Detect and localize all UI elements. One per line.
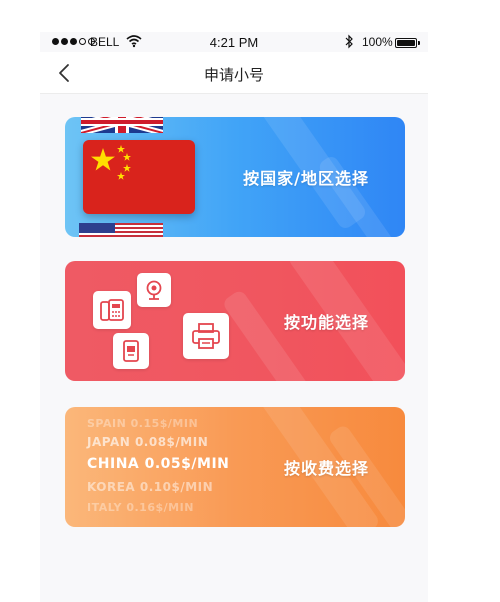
page-title: 申请小号 bbox=[203, 66, 264, 84]
select-by-country-label: 按国家/地区选择 bbox=[243, 169, 369, 188]
phone-screen: BELL 4:21 PM 100% 申请小号 按国家/地区选择 按功能选择 SP… bbox=[40, 0, 428, 602]
select-by-price-label: 按收费选择 bbox=[283, 459, 369, 478]
us-flag-icon bbox=[79, 223, 163, 237]
select-by-feature-card[interactable]: 按功能选择 bbox=[65, 261, 405, 381]
rate-item: KOREA 0.10$/MIN bbox=[87, 480, 214, 494]
message-feature-icon bbox=[113, 333, 149, 369]
select-by-feature-label: 按功能选择 bbox=[283, 313, 369, 332]
webcam-feature-icon bbox=[137, 273, 171, 307]
select-by-country-card[interactable]: 按国家/地区选择 bbox=[65, 117, 405, 237]
navigation-bar: 申请小号 bbox=[40, 52, 428, 94]
options-list: 按国家/地区选择 按功能选择 SPAIN 0.15$/MIN JAPAN 0.0… bbox=[40, 95, 428, 602]
bluetooth-icon bbox=[345, 34, 353, 49]
china-flag-icon bbox=[83, 140, 195, 214]
battery-percent: 100% bbox=[362, 35, 393, 49]
printer-feature-icon bbox=[183, 313, 229, 359]
rate-item: ITALY 0.16$/MIN bbox=[87, 501, 194, 514]
select-by-price-card[interactable]: SPAIN 0.15$/MIN JAPAN 0.08$/MIN CHINA 0.… bbox=[65, 407, 405, 527]
phone-feature-icon bbox=[93, 291, 131, 329]
battery-icon bbox=[395, 38, 420, 48]
rate-item: JAPAN 0.08$/MIN bbox=[87, 435, 209, 449]
rate-item: SPAIN 0.15$/MIN bbox=[87, 417, 199, 430]
rate-list: SPAIN 0.15$/MIN JAPAN 0.08$/MIN CHINA 0.… bbox=[87, 407, 277, 527]
status-bar bbox=[40, 0, 428, 32]
rate-item: CHINA 0.05$/MIN bbox=[87, 456, 230, 472]
uk-flag-icon bbox=[81, 117, 163, 133]
